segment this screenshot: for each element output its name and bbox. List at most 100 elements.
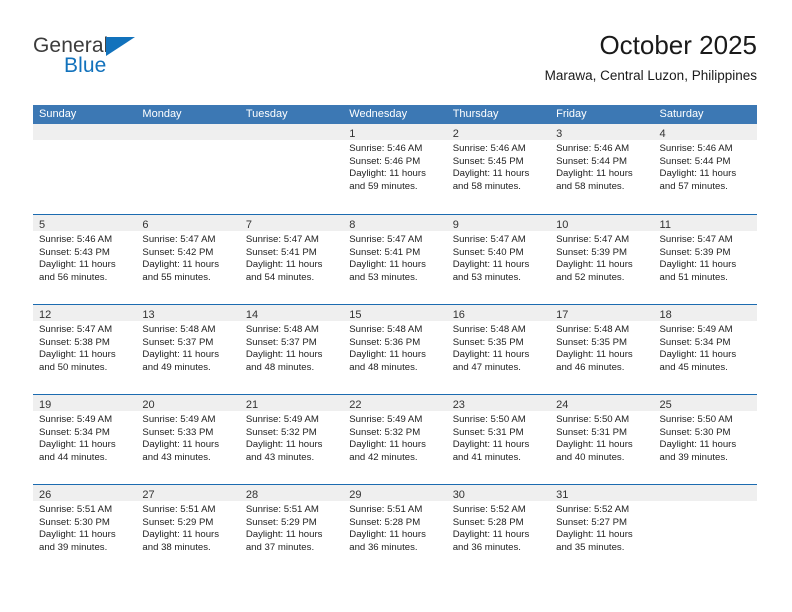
day-number-strip: 10	[550, 215, 654, 231]
day-cell-11[interactable]: 11 Sunrise: 5:47 AM Sunset: 5:39 PM Dayligh…	[653, 215, 757, 304]
day-cell-body: Sunrise: 5:51 AM Sunset: 5:29 PM Daylight:…	[240, 501, 343, 554]
daylight-text: Daylight: 11 hours and 59 minutes.	[349, 168, 426, 192]
day-number-strip: 2	[446, 124, 551, 140]
day-cell-body: Sunrise: 5:46 AM Sunset: 5:43 PM Daylight:…	[33, 231, 136, 284]
general-blue-logo[interactable]: General Blue	[33, 34, 273, 94]
page-title: October 2025	[599, 30, 757, 60]
day-cell-30[interactable]: 30 Sunrise: 5:52 AM Sunset: 5:28 PM Dayligh…	[446, 485, 551, 574]
day-cell-17[interactable]: 17 Sunrise: 5:48 AM Sunset: 5:35 PM Dayligh…	[550, 305, 654, 394]
day-cell-body: Sunrise: 5:46 AM Sunset: 5:45 PM Daylight:…	[447, 140, 550, 193]
day-number-strip: 22	[343, 395, 447, 411]
day-number-strip: 6	[136, 215, 240, 231]
day-cell-1[interactable]: 1 Sunrise: 5:46 AM Sunset: 5:46 PM Daylight…	[343, 124, 447, 214]
day-cell-body: Sunrise: 5:48 AM Sunset: 5:37 PM Daylight:…	[136, 321, 239, 374]
sunrise-text: Sunrise: 5:51 AM	[39, 504, 113, 515]
sunrise-text: Sunrise: 5:51 AM	[142, 504, 216, 515]
day-cell-body: Sunrise: 5:47 AM Sunset: 5:42 PM Daylight:…	[136, 231, 239, 284]
day-cell-31[interactable]: 31 Sunrise: 5:52 AM Sunset: 5:27 PM Dayligh…	[550, 485, 654, 574]
day-cell-13[interactable]: 13 Sunrise: 5:48 AM Sunset: 5:37 PM Dayligh…	[136, 305, 240, 394]
day-cell-7[interactable]: 7 Sunrise: 5:47 AM Sunset: 5:41 PM Daylight…	[239, 215, 344, 304]
day-cell-27[interactable]: 27 Sunrise: 5:51 AM Sunset: 5:29 PM Dayligh…	[136, 485, 240, 574]
day-cell-3[interactable]: 3 Sunrise: 5:46 AM Sunset: 5:44 PM Daylight…	[550, 124, 654, 214]
day-number-strip: 26	[33, 485, 137, 501]
day-cell-body: Sunrise: 5:49 AM Sunset: 5:32 PM Daylight:…	[240, 411, 343, 464]
sunset-text: Sunset: 5:31 PM	[556, 426, 628, 438]
day-cell-28[interactable]: 28 Sunrise: 5:51 AM Sunset: 5:29 PM Dayligh…	[239, 485, 344, 574]
sunset-text: Sunset: 5:44 PM	[659, 155, 731, 167]
calendar-week-row: 5 Sunrise: 5:46 AM Sunset: 5:43 PM Daylight…	[33, 214, 757, 304]
daylight-text: Daylight: 11 hours and 45 minutes.	[659, 349, 737, 373]
sunset-text: Sunset: 5:46 PM	[349, 155, 421, 167]
day-cell-19[interactable]: 19 Sunrise: 5:49 AM Sunset: 5:34 PM Dayligh…	[33, 395, 137, 484]
day-number-strip: 9	[446, 215, 551, 231]
sunset-text: Sunset: 5:44 PM	[556, 155, 628, 167]
day-number: 16	[452, 309, 465, 321]
day-cell-body: Sunrise: 5:51 AM Sunset: 5:29 PM Daylight:…	[136, 501, 239, 554]
sunset-text: Sunset: 5:28 PM	[452, 516, 524, 528]
sunrise-text: Sunrise: 5:47 AM	[142, 234, 216, 245]
day-number: 30	[452, 489, 465, 501]
day-cell-16[interactable]: 16 Sunrise: 5:48 AM Sunset: 5:35 PM Dayligh…	[446, 305, 551, 394]
day-number: 11	[659, 219, 671, 231]
day-number: 8	[349, 219, 356, 231]
sunrise-text: Sunrise: 5:46 AM	[39, 234, 113, 245]
day-cell-4[interactable]: 4 Sunrise: 5:46 AM Sunset: 5:44 PM Daylight…	[653, 124, 757, 214]
day-cell-26[interactable]: 26 Sunrise: 5:51 AM Sunset: 5:30 PM Dayligh…	[33, 485, 137, 574]
day-cell-body: Sunrise: 5:47 AM Sunset: 5:40 PM Daylight:…	[447, 231, 550, 284]
day-number-strip: 27	[136, 485, 240, 501]
day-number-strip: 4	[653, 124, 757, 140]
sunrise-text: Sunrise: 5:49 AM	[349, 414, 423, 425]
day-cell-9[interactable]: 9 Sunrise: 5:47 AM Sunset: 5:40 PM Daylight…	[446, 215, 551, 304]
day-cell-2[interactable]: 2 Sunrise: 5:46 AM Sunset: 5:45 PM Daylight…	[446, 124, 551, 214]
sunrise-text: Sunrise: 5:48 AM	[556, 324, 630, 335]
day-cell-5[interactable]: 5 Sunrise: 5:46 AM Sunset: 5:43 PM Daylight…	[33, 215, 137, 304]
daylight-text: Daylight: 11 hours and 58 minutes.	[556, 168, 633, 192]
sunrise-text: Sunrise: 5:49 AM	[659, 324, 733, 335]
sunrise-text: Sunrise: 5:48 AM	[452, 324, 526, 335]
day-cell-21[interactable]: 21 Sunrise: 5:49 AM Sunset: 5:32 PM Dayligh…	[239, 395, 344, 484]
sunrise-text: Sunrise: 5:50 AM	[556, 414, 630, 425]
daylight-text: Daylight: 11 hours and 42 minutes.	[349, 439, 426, 463]
day-cell-20[interactable]: 20 Sunrise: 5:49 AM Sunset: 5:33 PM Dayligh…	[136, 395, 240, 484]
sunset-text: Sunset: 5:38 PM	[39, 336, 110, 348]
day-cell-body: Sunrise: 5:49 AM Sunset: 5:34 PM Daylight:…	[654, 321, 757, 374]
day-cell-8[interactable]: 8 Sunrise: 5:47 AM Sunset: 5:41 PM Daylight…	[343, 215, 447, 304]
day-cell-25[interactable]: 25 Sunrise: 5:50 AM Sunset: 5:30 PM Dayligh…	[653, 395, 757, 484]
daylight-text: Daylight: 11 hours and 56 minutes.	[39, 259, 116, 283]
day-cell-14[interactable]: 14 Sunrise: 5:48 AM Sunset: 5:37 PM Dayligh…	[239, 305, 344, 394]
day-cell-10[interactable]: 10 Sunrise: 5:47 AM Sunset: 5:39 PM Dayligh…	[550, 215, 654, 304]
day-cell-body: Sunrise: 5:49 AM Sunset: 5:33 PM Daylight:…	[136, 411, 239, 464]
day-cell-23[interactable]: 23 Sunrise: 5:50 AM Sunset: 5:31 PM Dayligh…	[446, 395, 551, 484]
day-number: 24	[556, 399, 569, 411]
daylight-text: Daylight: 11 hours and 49 minutes.	[142, 349, 220, 373]
daylight-text: Daylight: 11 hours and 57 minutes.	[659, 168, 737, 192]
day-number: 17	[556, 309, 569, 321]
sunrise-text: Sunrise: 5:47 AM	[245, 234, 319, 245]
day-cell-18[interactable]: 18 Sunrise: 5:49 AM Sunset: 5:34 PM Dayligh…	[653, 305, 757, 394]
calendar-grid: Sunday Monday Tuesday Wednesday Thursday Frid…	[33, 105, 757, 574]
sunrise-text: Sunrise: 5:46 AM	[556, 143, 630, 154]
day-cell-29[interactable]: 29 Sunrise: 5:51 AM Sunset: 5:28 PM Dayligh…	[343, 485, 447, 574]
day-number-strip: 15	[343, 305, 447, 321]
sunset-text: Sunset: 5:35 PM	[556, 336, 628, 348]
day-cell-6[interactable]: 6 Sunrise: 5:47 AM Sunset: 5:42 PM Daylight…	[136, 215, 240, 304]
sunrise-text: Sunrise: 5:52 AM	[452, 504, 526, 515]
day-cell-empty	[33, 124, 137, 214]
day-number-strip: 18	[653, 305, 757, 321]
sunset-text: Sunset: 5:37 PM	[142, 336, 214, 348]
day-cell-body: Sunrise: 5:47 AM Sunset: 5:41 PM Daylight:…	[240, 231, 343, 284]
day-cell-15[interactable]: 15 Sunrise: 5:48 AM Sunset: 5:36 PM Dayligh…	[343, 305, 447, 394]
day-cell-22[interactable]: 22 Sunrise: 5:49 AM Sunset: 5:32 PM Dayligh…	[343, 395, 447, 484]
day-number-strip: 29	[343, 485, 447, 501]
calendar-week-row: 12 Sunrise: 5:47 AM Sunset: 5:38 PM Dayligh…	[33, 304, 757, 394]
calendar-week-row: 1 Sunrise: 5:46 AM Sunset: 5:46 PM Daylight…	[33, 124, 757, 214]
day-number-strip: 16	[446, 305, 551, 321]
day-number-strip: 17	[550, 305, 654, 321]
sunrise-text: Sunrise: 5:47 AM	[349, 234, 423, 245]
day-number: 4	[659, 128, 666, 140]
daylight-text: Daylight: 11 hours and 55 minutes.	[142, 259, 220, 283]
day-cell-24[interactable]: 24 Sunrise: 5:50 AM Sunset: 5:31 PM Dayligh…	[550, 395, 654, 484]
day-cell-12[interactable]: 12 Sunrise: 5:47 AM Sunset: 5:38 PM Dayligh…	[33, 305, 137, 394]
weekday-header-sunday: Sunday	[39, 108, 77, 120]
sunrise-text: Sunrise: 5:51 AM	[245, 504, 319, 515]
